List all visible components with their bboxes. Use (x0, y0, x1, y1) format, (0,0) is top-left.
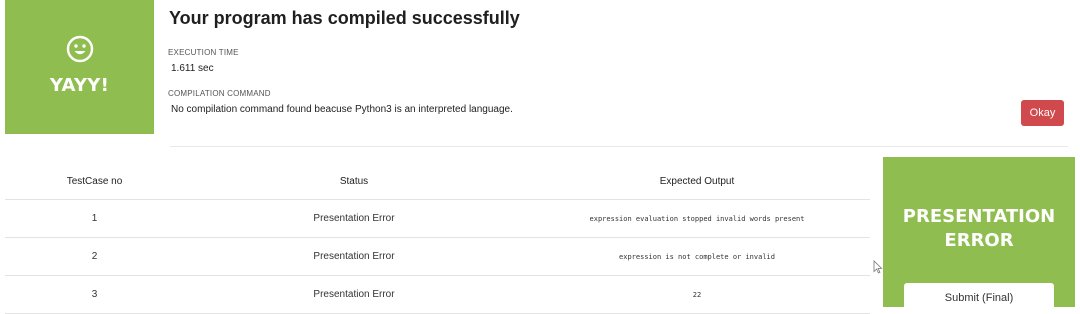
testcase-number: 3 (91, 289, 98, 300)
execution-time-label: EXECUTION TIME (168, 48, 239, 57)
section-divider (170, 146, 1068, 147)
success-banner: YAYY! (5, 0, 154, 134)
results-table: TestCase no Status Expected Output 1 Pre… (5, 163, 870, 314)
testcase-status: Presentation Error (313, 251, 395, 262)
table-row: 1 Presentation Error expression evaluati… (5, 200, 870, 238)
verdict-line-2: ERROR (944, 230, 1014, 251)
submit-final-button[interactable]: Submit (Final) (904, 283, 1054, 313)
verdict-text: PRESENTATION ERROR (883, 205, 1075, 253)
testcase-expected-output: 22 (692, 290, 702, 299)
column-header-status: Status (339, 175, 369, 187)
table-row: 3 Presentation Error 22 (5, 276, 870, 314)
testcase-status: Presentation Error (313, 289, 395, 300)
testcase-number: 2 (91, 251, 98, 262)
smile-icon (66, 35, 93, 62)
okay-button[interactable]: Okay (1021, 100, 1064, 126)
execution-time-value: 1.611 sec (171, 63, 214, 74)
column-header-testcase: TestCase no (66, 175, 123, 187)
testcase-expected-output: expression is not complete or invalid (619, 252, 775, 261)
testcase-number: 1 (91, 213, 98, 224)
success-label: YAYY! (49, 74, 110, 96)
column-header-expected-output: Expected Output (659, 175, 735, 187)
testcase-status: Presentation Error (313, 213, 395, 224)
compile-status-title: Your program has compiled successfully (169, 8, 520, 28)
compilation-command-value: No compilation command found beacuse Pyt… (171, 104, 513, 115)
table-header-row: TestCase no Status Expected Output (5, 163, 870, 200)
compilation-command-label: COMPILATION COMMAND (168, 89, 271, 98)
verdict-panel: PRESENTATION ERROR Submit (Final) (883, 157, 1075, 313)
mouse-cursor-icon (873, 260, 883, 274)
testcase-expected-output: expression evaluation stopped invalid wo… (589, 214, 805, 223)
verdict-line-1: PRESENTATION (902, 206, 1056, 227)
table-row: 2 Presentation Error expression is not c… (5, 238, 870, 276)
